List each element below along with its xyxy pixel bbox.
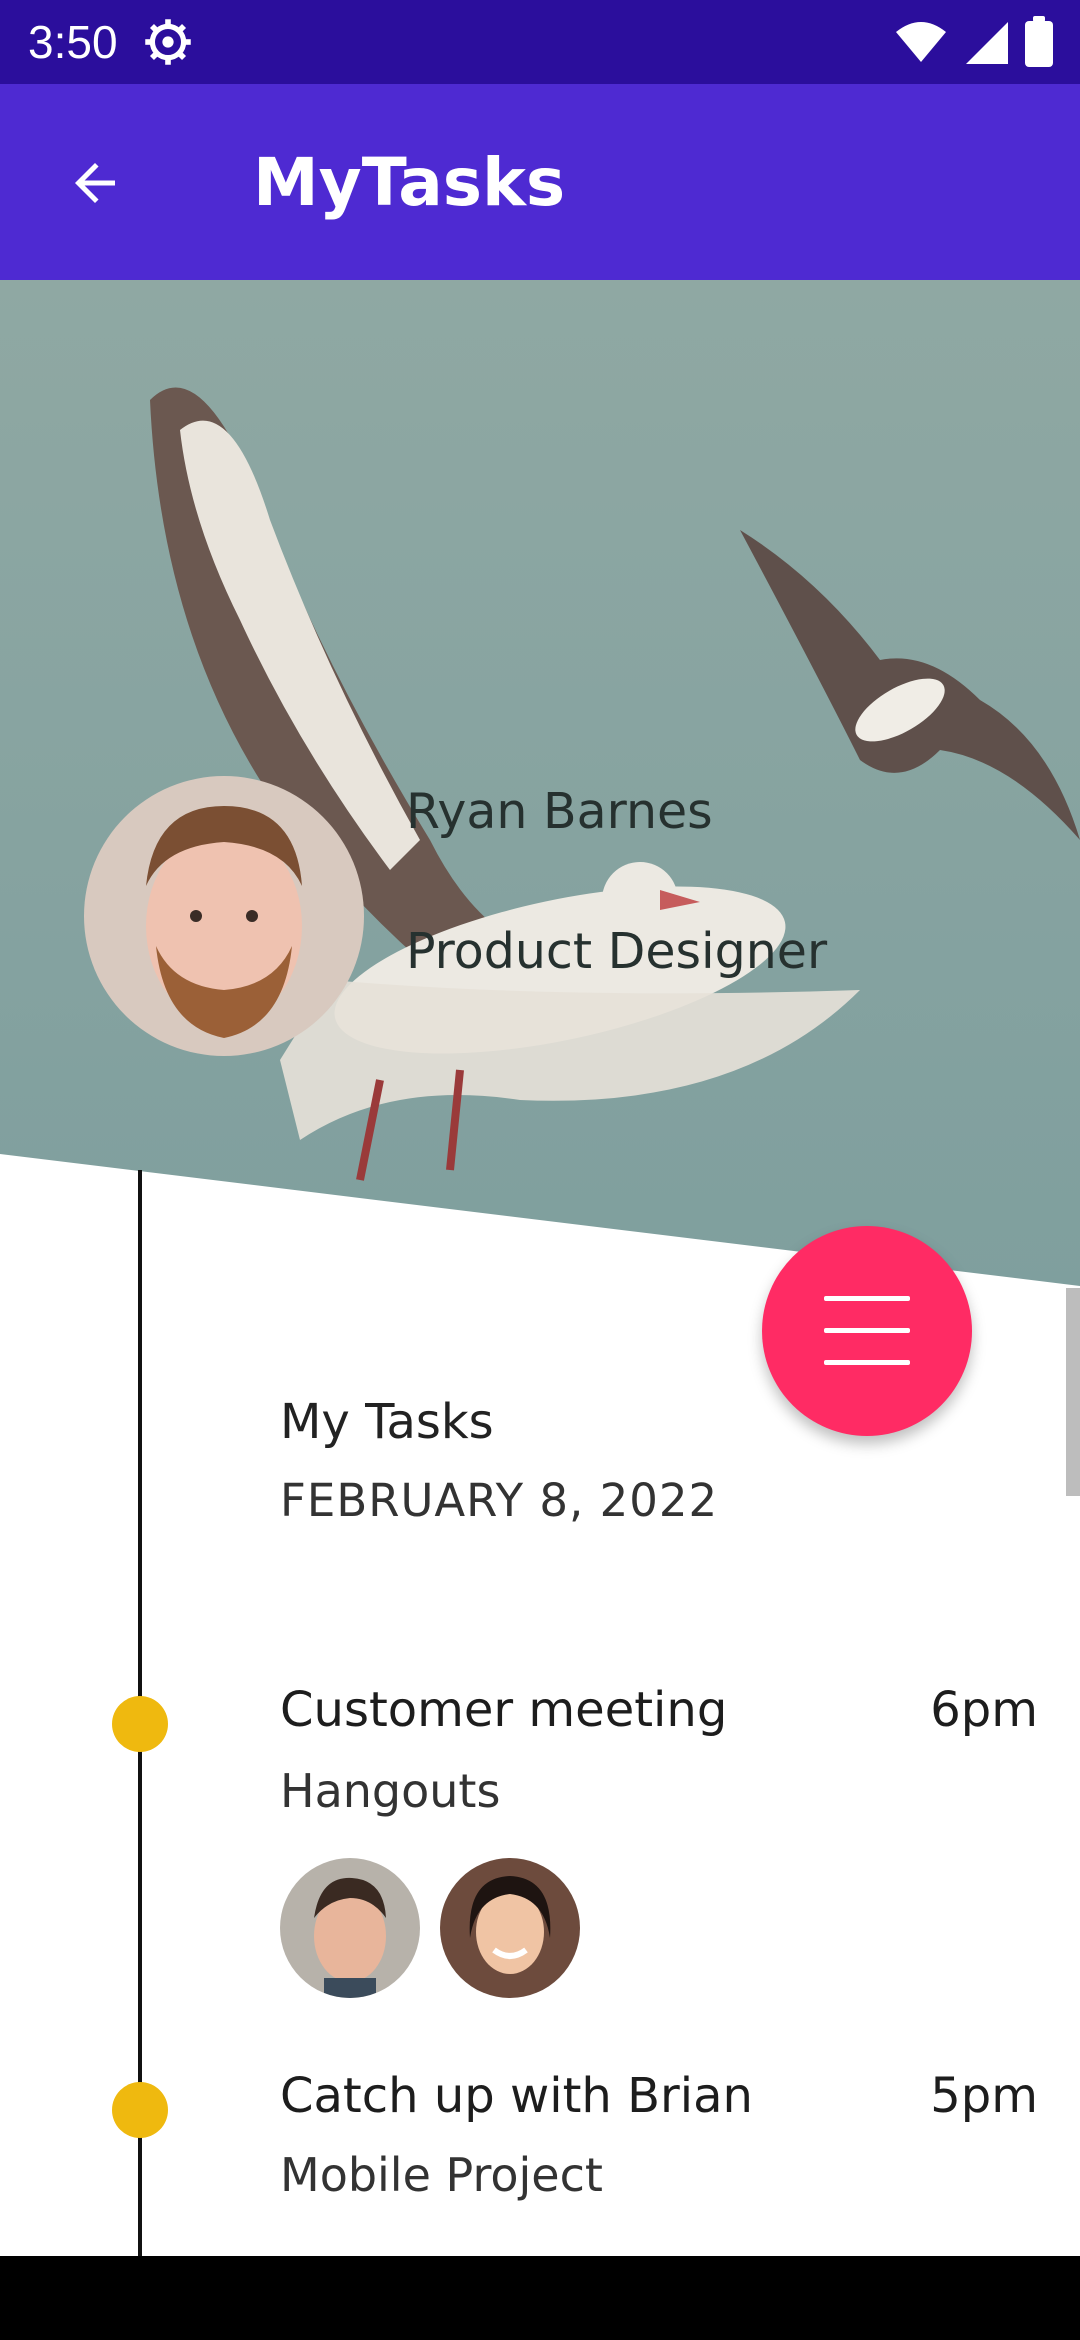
task-time: 5pm bbox=[930, 2068, 1038, 2124]
home-gesture-handle[interactable] bbox=[352, 2242, 728, 2254]
wifi-icon bbox=[896, 22, 946, 62]
tasks-date: FEBRUARY 8, 2022 bbox=[280, 1474, 719, 1527]
page-title: MyTasks bbox=[253, 144, 566, 221]
task-title: Customer meeting bbox=[280, 1682, 728, 1738]
task-title: Catch up with Brian bbox=[280, 2068, 753, 2124]
profile-avatar bbox=[84, 776, 364, 1056]
timeline-dot bbox=[112, 2082, 168, 2138]
task-subtitle: Mobile Project bbox=[280, 2148, 603, 2202]
arrow-back-icon bbox=[75, 163, 115, 203]
attendee-avatar bbox=[280, 1858, 420, 1998]
system-navigation-bar bbox=[0, 2256, 1080, 2340]
battery-icon bbox=[1025, 16, 1053, 67]
tasks-section-title: My Tasks bbox=[280, 1394, 494, 1450]
app-bar: MyTasks bbox=[0, 84, 1080, 280]
status-time: 3:50 bbox=[28, 16, 118, 68]
task-subtitle: Hangouts bbox=[280, 1764, 501, 1818]
settings-gear-icon bbox=[145, 19, 191, 65]
back-button[interactable] bbox=[52, 140, 138, 226]
scrollbar-thumb[interactable] bbox=[1066, 1288, 1080, 1496]
timeline-dot bbox=[112, 1696, 168, 1752]
profile-name: Ryan Barnes bbox=[406, 783, 713, 840]
profile-role: Product Designer bbox=[406, 923, 828, 980]
status-bar: 3:50 bbox=[0, 0, 1080, 84]
cell-signal-icon bbox=[966, 22, 1008, 64]
attendee-avatar bbox=[440, 1858, 580, 1998]
menu-fab-button[interactable] bbox=[762, 1226, 972, 1436]
task-time: 6pm bbox=[930, 1682, 1038, 1738]
